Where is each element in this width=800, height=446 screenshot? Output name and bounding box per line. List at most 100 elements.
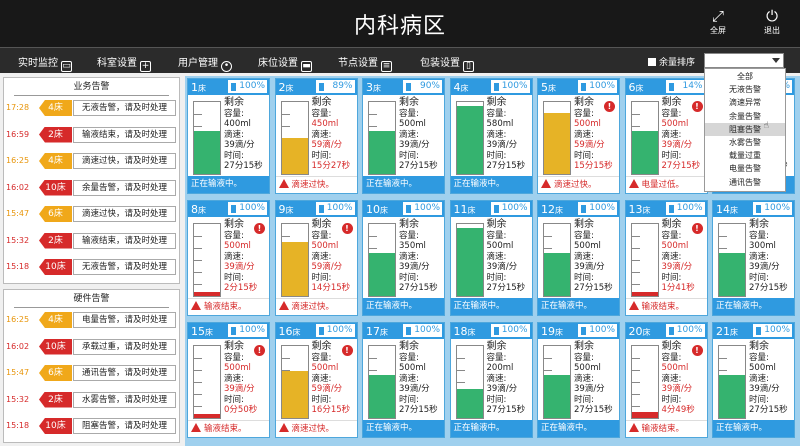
dropdown-option[interactable]: 载量过重 xyxy=(705,149,785,162)
alert-row[interactable]: 16:25 4床 电量告警，请及时处理 xyxy=(4,310,181,330)
bed-card-header: 14床 100% xyxy=(713,201,794,217)
bed-card[interactable]: 3床 90% 剩余 容量: 500ml 滴速: 39滴/分 时间: 27分15秒 正在输液中。 xyxy=(362,78,445,194)
alert-row[interactable]: 16:02 10床 承载过重，请及时处理 xyxy=(4,337,181,357)
battery-value: 100% xyxy=(589,325,615,335)
alert-row[interactable]: 16:59 2床 输液结束，请及时处理 xyxy=(4,125,181,145)
sort-label: 余量排序 xyxy=(659,58,696,68)
menu-user-management[interactable]: 用户管理 • xyxy=(178,54,232,72)
bed-number: 12床 xyxy=(541,203,563,216)
alert-row[interactable]: 16:25 4床 滴速过快，请及时处理 xyxy=(4,151,181,171)
bed-card[interactable]: 8床 100% 剩余 容量: 500ml 滴速: 39滴/分 时间: 2分15秒! 输液结束。 xyxy=(187,200,270,316)
bed-card[interactable]: 16床 100% 剩余 容量: 500ml 滴速: 59滴/分 时间: 16分15秒! 滴速过快。 xyxy=(274,322,358,438)
battery-icon xyxy=(231,83,236,91)
time-value: 27分15秒 xyxy=(574,405,613,415)
dropdown-option[interactable]: 余量告警 xyxy=(705,110,785,123)
sort-by-remaining-checkbox[interactable]: 余量排序 xyxy=(648,55,695,68)
bed-card[interactable]: 14床 100% 剩余 容量: 300ml 滴速: 39滴/分 时间: 27分15秒 正在输液中。 xyxy=(712,200,795,316)
time-label: 时间: xyxy=(311,272,332,283)
fullscreen-button[interactable]: ⤢ 全屏 xyxy=(703,7,733,36)
menu-bed-settings[interactable]: 床位设置 ▬ xyxy=(258,54,312,72)
alarm-bell-icon[interactable]: ! xyxy=(604,101,615,112)
battery-level: 100% xyxy=(578,80,617,93)
alert-row[interactable]: 15:32 2床 输液结束，请及时处理 xyxy=(4,231,181,251)
bed-number-value: 20 xyxy=(628,325,643,338)
menu-label: 床位设置 xyxy=(258,58,298,69)
rate-label: 滴速: xyxy=(486,373,507,384)
battery-value: 100% xyxy=(676,203,703,213)
dropdown-option[interactable]: 阻塞告警 xyxy=(705,122,785,136)
bed-card[interactable]: 15床 100% 剩余 容量: 500ml 滴速: 39滴/分 时间: 0分50秒! 输液结束。 xyxy=(187,322,270,438)
bed-card[interactable]: 1床 100% 剩余 容量: 400ml 滴速: 39滴/分 时间: 27分15秒 正在输液中。 xyxy=(187,78,270,194)
alert-row[interactable]: 15:18 10床 阻塞告警，请及时处理 xyxy=(4,416,181,436)
dropdown-option[interactable]: 电量告警 xyxy=(705,162,785,175)
bed-card[interactable]: 2床 89% 剩余 容量: 450ml 滴速: 59滴/分 时间: 15分27秒 滴速过快。 xyxy=(274,78,358,194)
alert-row[interactable]: 15:32 2床 水雾告警，请及时处理 xyxy=(4,390,181,410)
bed-card[interactable]: 20床 100% 剩余 容量: 500ml 滴速: 39滴/分 时间: 4分49秒! 输液结束。 xyxy=(624,322,708,438)
battery-value: 90% xyxy=(419,81,440,91)
remaining-label: 剩余 xyxy=(224,97,244,108)
dropdown-option[interactable]: 滴速异常 xyxy=(705,96,785,109)
dropdown-option[interactable]: 水雾告警 xyxy=(705,136,785,149)
menu-package-settings[interactable]: 包装设置 ▯ xyxy=(420,54,474,72)
dropdown-option[interactable]: 无液告警 xyxy=(705,83,785,96)
warning-icon xyxy=(628,179,639,188)
warning-icon xyxy=(628,301,639,310)
menu-node-settings[interactable]: 节点设置 ≡ xyxy=(338,54,392,72)
alarm-filter-select[interactable] xyxy=(704,53,784,68)
capacity-label: 容量: xyxy=(749,352,769,363)
time-label: 时间: xyxy=(486,272,507,283)
bed-card[interactable]: 9床 100% 剩余 容量: 500ml 滴速: 59滴/分 时间: 14分15秒! 滴速过快。 xyxy=(274,200,358,316)
alarm-bell-icon[interactable]: ! xyxy=(254,345,265,356)
bottle-tick xyxy=(194,260,202,261)
dropdown-option[interactable]: 通讯告警 xyxy=(705,176,785,189)
bed-card[interactable]: 11床 100% 剩余 容量: 500ml 滴速: 39滴/分 时间: 27分15秒 正在输液中。 xyxy=(449,200,533,316)
battery-icon xyxy=(756,327,761,335)
bed-card[interactable]: 6床 14% 剩余 容量: 500ml 滴速: 39滴/分 时间: 27分15秒! 电量过低。 xyxy=(624,78,708,194)
alarm-bell-icon[interactable]: ! xyxy=(691,101,703,112)
infusion-level-fill xyxy=(369,374,395,418)
bed-card[interactable]: 5床 100% 剩余 容量: 500ml 滴速: 59滴/分 时间: 15分15秒! 滴速过快。 xyxy=(537,78,620,194)
alert-row[interactable]: 17:28 4床 无液告警，请及时处理 xyxy=(4,98,181,118)
bottle-tick xyxy=(369,370,377,371)
alert-row[interactable]: 16:02 10床 余量告警，请及时处理 xyxy=(4,178,181,198)
alert-time: 15:47 xyxy=(6,368,30,377)
bed-status: 输液结束。 xyxy=(188,298,269,315)
rate-label: 滴速: xyxy=(749,251,769,262)
rate-value: 39滴/分 xyxy=(574,384,605,394)
dropdown-option[interactable]: 全部 xyxy=(705,70,785,83)
rate-value: 39滴/分 xyxy=(486,140,518,150)
bed-card[interactable]: 19床 100% 剩余 容量: 500ml 滴速: 39滴/分 时间: 27分15秒 正在输液中。 xyxy=(537,322,620,438)
bed-unit: 床 xyxy=(460,84,469,93)
bed-card[interactable]: 21床 100% 剩余 容量: 500ml 滴速: 39滴/分 时间: 27分15秒 正在输液中。 xyxy=(712,322,795,438)
exit-button[interactable]: ⏻ 退出 xyxy=(757,7,787,36)
infusion-bottle xyxy=(193,101,221,175)
alarm-bell-icon[interactable]: ! xyxy=(341,345,353,356)
bed-info: 剩余 容量: 200ml 滴速: 39滴/分 时间: 27分15秒 xyxy=(486,341,533,416)
business-alert-panel: 业务告警 17:28 4床 无液告警，请及时处理 16:59 2床 输液结束，请及时处理 1… xyxy=(3,77,180,284)
menu-department-settings[interactable]: 科室设置 + xyxy=(97,54,151,72)
bed-card[interactable]: 10床 100% 剩余 容量: 350ml 滴速: 39滴/分 时间: 27分15秒 正在输液中。 xyxy=(362,200,445,316)
alarm-bell-icon[interactable]: ! xyxy=(341,223,353,234)
bed-card[interactable]: 18床 100% 剩余 容量: 200ml 滴速: 39滴/分 时间: 27分15秒 正在输液中。 xyxy=(449,322,533,438)
infusion-bottle xyxy=(280,345,309,419)
alert-row[interactable]: 15:18 10床 无液告警，请及时处理 xyxy=(4,257,181,277)
bed-card[interactable]: 17床 100% 剩余 容量: 500ml 滴速: 39滴/分 时间: 27分15秒 正在输液中。 xyxy=(362,322,445,438)
rate-label: 滴速: xyxy=(486,251,507,262)
time-value: 2分15秒 xyxy=(224,283,258,293)
alarm-bell-icon[interactable]: ! xyxy=(254,223,265,234)
bed-card[interactable]: 4床 100% 剩余 容量: 580ml 滴速: 39滴/分 时间: 27分15秒 正在输液中。 xyxy=(449,78,533,194)
bed-card[interactable]: 13床 100% 剩余 容量: 500ml 滴速: 39滴/分 时间: 1分41秒! 输液结束。 xyxy=(624,200,708,316)
rate-value: 39滴/分 xyxy=(399,262,430,272)
infusion-bottle xyxy=(630,223,659,297)
alert-row[interactable]: 15:47 6床 滴速过快，请及时处理 xyxy=(4,204,181,224)
infusion-bottle xyxy=(718,345,746,419)
alert-bed-badge: 2床 xyxy=(39,232,72,249)
bed-status-text: 正在输液中。 xyxy=(453,179,505,189)
battery-value: 89% xyxy=(332,81,353,91)
alert-row[interactable]: 15:47 6床 通讯告警，请及时处理 xyxy=(4,363,181,383)
alarm-bell-icon[interactable]: ! xyxy=(691,223,703,234)
alarm-bell-icon[interactable]: ! xyxy=(691,345,703,356)
menu-realtime-monitor[interactable]: 实时监控 ▭ xyxy=(18,54,72,72)
bed-card[interactable]: 12床 100% 剩余 容量: 500ml 滴速: 39滴/分 时间: 27分15秒 正在输液中。 xyxy=(537,200,620,316)
bed-card-header: 4床 100% xyxy=(450,79,532,95)
